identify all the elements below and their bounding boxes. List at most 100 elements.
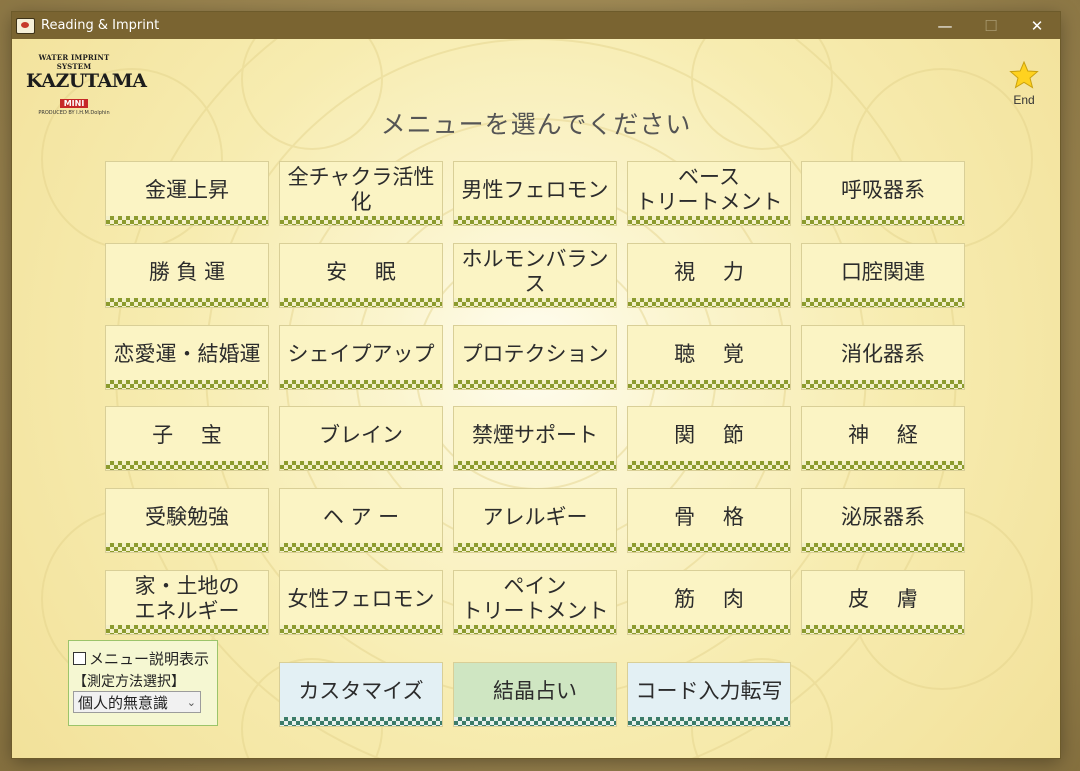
menu-button-label: 家・土地の エネルギー [134, 574, 240, 623]
menu-button[interactable]: 家・土地の エネルギー [105, 570, 269, 635]
menu-button[interactable]: 男性フェロモン [453, 161, 617, 226]
checker-stripe [628, 717, 790, 726]
menu-button-label: 皮 膚 [848, 586, 918, 611]
menu-button-label: 神 経 [848, 422, 918, 447]
menu-button-label: ブレイン [319, 422, 403, 447]
menu-button-label: 勝 負 運 [148, 259, 226, 284]
checker-stripe [106, 380, 268, 389]
menu-button-label: 受験勉強 [145, 504, 229, 529]
menu-button-label: 泌尿器系 [841, 504, 925, 529]
menu-button[interactable]: ホルモンバランス [453, 243, 617, 308]
customize-button[interactable]: カスタマイズ [279, 662, 443, 727]
checker-stripe [106, 216, 268, 225]
menu-button[interactable]: シェイプアップ [279, 325, 443, 390]
menu-button-label: プロテクション [461, 341, 609, 366]
checker-stripe [106, 543, 268, 552]
checker-stripe [454, 380, 616, 389]
menu-button[interactable]: 口腔関連 [801, 243, 965, 308]
show-description-checkbox[interactable] [73, 651, 86, 665]
menu-button[interactable]: 泌尿器系 [801, 488, 965, 553]
menu-button[interactable]: 神 経 [801, 406, 965, 471]
logo-tagline: WATER IMPRINT SYSTEM [38, 53, 110, 71]
menu-button-label: 女性フェロモン [287, 586, 435, 611]
menu-button[interactable]: ベース トリートメント [627, 161, 791, 226]
menu-button-label: シェイプアップ [287, 341, 435, 366]
checker-stripe [280, 380, 442, 389]
menu-button[interactable]: 女性フェロモン [279, 570, 443, 635]
show-description-toggle[interactable]: メニュー説明表示 [73, 647, 213, 669]
menu-button[interactable]: 金運上昇 [105, 161, 269, 226]
menu-button[interactable]: 恋愛運・結婚運 [105, 325, 269, 390]
kazutama-logo: WATER IMPRINT SYSTEM KAZUTAMA MINI PRODU… [26, 53, 147, 116]
checker-stripe [628, 625, 790, 634]
crystal-reading-button-label: 結晶占い [493, 678, 577, 703]
menu-button[interactable]: 子 宝 [105, 406, 269, 471]
menu-button[interactable]: 呼吸器系 [801, 161, 965, 226]
menu-button-label: 口腔関連 [841, 259, 925, 284]
menu-button-label: 金運上昇 [145, 177, 229, 202]
menu-button-label: ペイン トリートメント [461, 574, 609, 623]
minimize-button[interactable]: — [922, 12, 968, 39]
window-title: Reading & Imprint [41, 18, 160, 33]
menu-button-label: 呼吸器系 [841, 177, 925, 202]
menu-button-label: 聴 覚 [674, 341, 744, 366]
show-description-label: メニュー説明表示 [89, 649, 210, 668]
menu-button[interactable]: ブレイン [279, 406, 443, 471]
menu-button[interactable]: 関 節 [627, 406, 791, 471]
code-transfer-button-label: コード入力転写 [635, 678, 783, 703]
checker-stripe [280, 216, 442, 225]
checker-stripe [454, 298, 616, 307]
menu-button[interactable]: 筋 肉 [627, 570, 791, 635]
checker-stripe [280, 717, 442, 726]
menu-button[interactable]: 消化器系 [801, 325, 965, 390]
menu-button[interactable]: 全チャクラ活性化 [279, 161, 443, 226]
checker-stripe [280, 625, 442, 634]
menu-button[interactable]: ヘ ア ー [279, 488, 443, 553]
menu-button-label: 安 眠 [326, 259, 396, 284]
menu-button-label: 消化器系 [841, 341, 925, 366]
menu-button[interactable]: 禁煙サポート [453, 406, 617, 471]
app-window: Reading & Imprint — ☐ ✕ WATER IMPRINT SY… [12, 12, 1060, 758]
menu-button[interactable]: 受験勉強 [105, 488, 269, 553]
method-heading: 【測定方法選択】 [73, 674, 185, 690]
logo-wordmark: KAZUTAMA [26, 70, 147, 92]
checker-stripe [280, 298, 442, 307]
checker-stripe [106, 298, 268, 307]
method-select[interactable]: 個人的無意識 ⌄ [73, 691, 201, 713]
checker-stripe [628, 380, 790, 389]
checker-stripe [802, 298, 964, 307]
menu-button[interactable]: 聴 覚 [627, 325, 791, 390]
end-button[interactable]: End [1006, 61, 1042, 107]
close-button[interactable]: ✕ [1014, 12, 1060, 39]
code-transfer-button[interactable]: コード入力転写 [627, 662, 791, 727]
menu-button-label: 骨 格 [674, 504, 744, 529]
page-title: メニューを選んでください [380, 110, 692, 139]
checker-stripe [628, 543, 790, 552]
maximize-button[interactable]: ☐ [968, 12, 1014, 39]
menu-button[interactable]: 勝 負 運 [105, 243, 269, 308]
chevron-down-icon: ⌄ [186, 695, 196, 709]
menu-button[interactable]: 骨 格 [627, 488, 791, 553]
checker-stripe [628, 216, 790, 225]
menu-button[interactable]: 皮 膚 [801, 570, 965, 635]
menu-button[interactable]: 安 眠 [279, 243, 443, 308]
menu-button[interactable]: プロテクション [453, 325, 617, 390]
star-icon [1009, 61, 1039, 89]
crystal-reading-button[interactable]: 結晶占い [453, 662, 617, 727]
menu-button-label: 関 節 [674, 422, 744, 447]
checker-stripe [454, 625, 616, 634]
menu-button[interactable]: アレルギー [453, 488, 617, 553]
checker-stripe [280, 461, 442, 470]
checker-stripe [106, 461, 268, 470]
menu-button[interactable]: 視 力 [627, 243, 791, 308]
method-selected-value: 個人的無意識 [78, 693, 169, 712]
menu-button-label: 男性フェロモン [461, 177, 609, 202]
menu-button-label: 筋 肉 [674, 586, 744, 611]
checker-stripe [628, 298, 790, 307]
title-bar[interactable]: Reading & Imprint — ☐ ✕ [12, 12, 1060, 39]
options-panel: メニュー説明表示 【測定方法選択】 個人的無意識 ⌄ [68, 640, 218, 726]
menu-button-label: 視 力 [674, 259, 744, 284]
menu-button[interactable]: ペイン トリートメント [453, 570, 617, 635]
menu-button-label: ベース トリートメント [635, 165, 783, 214]
main-area: WATER IMPRINT SYSTEM KAZUTAMA MINI PRODU… [12, 39, 1060, 758]
